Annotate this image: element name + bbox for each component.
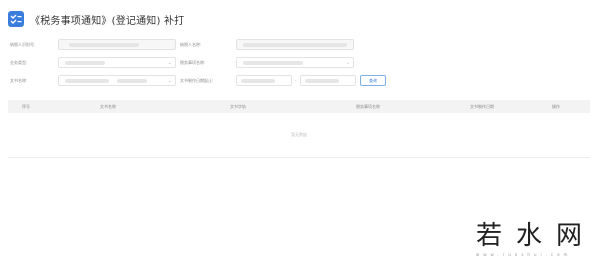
table-body: 暂无数据	[8, 113, 590, 158]
form-row-1: 纳税人识别号: 纳税人名称:	[8, 38, 592, 52]
doc-name-select[interactable]: ⌄	[58, 75, 176, 86]
taxpayer-id-field[interactable]	[58, 39, 176, 50]
query-button[interactable]: 查询	[360, 75, 386, 86]
page-header: 《税务事项通知》(登记通知) 补打	[8, 8, 184, 30]
watermark-url: www.ruoshui.com	[476, 252, 572, 257]
matter-name-label: 税务事项名称:	[180, 60, 206, 65]
form-row-2: 业务类型: ⌄ 税务事项名称: ⌄	[8, 56, 592, 70]
taxpayer-id-label: 纳税人识别号:	[10, 42, 36, 47]
col-doc-track: 文书字轨	[230, 104, 246, 109]
table-header: 序号 文书名称 文书字轨 税务事项名称 文书制作日期 操作	[8, 100, 590, 113]
date-separator: -	[295, 78, 297, 83]
date-start-input[interactable]	[236, 75, 292, 86]
business-type-select[interactable]: ⌄	[58, 57, 176, 68]
form-row-3: 文书名称: ⌄ 文书制作日期起止: - 查询	[8, 74, 592, 88]
watermark-text: 若水网	[476, 221, 597, 251]
taxpayer-name-field[interactable]	[236, 39, 354, 50]
results-table: 序号 文书名称 文书字轨 税务事项名称 文书制作日期 操作 暂无数据	[8, 100, 590, 158]
chevron-down-icon: ⌄	[345, 60, 350, 66]
col-matter-name: 税务事项名称	[356, 104, 380, 109]
doc-date-label: 文书制作日期起止:	[180, 78, 214, 83]
date-end-input[interactable]	[300, 75, 356, 86]
watermark: 若水网 www.ruoshui.com	[476, 222, 596, 262]
doc-name-label: 文书名称:	[10, 78, 28, 83]
col-doc-date: 文书制作日期	[470, 104, 494, 109]
matter-name-select[interactable]: ⌄	[236, 57, 354, 68]
col-actions: 操作	[552, 104, 560, 109]
business-type-label: 业务类型:	[10, 60, 28, 65]
col-doc-name: 文书名称	[100, 104, 116, 109]
taxpayer-name-label: 纳税人名称:	[180, 42, 202, 47]
checklist-icon	[8, 11, 24, 27]
chevron-down-icon: ⌄	[167, 60, 172, 66]
page-title: 《税务事项通知》(登记通知) 补打	[30, 15, 185, 27]
empty-state-text: 暂无数据	[291, 132, 307, 137]
chevron-down-icon: ⌄	[167, 78, 172, 84]
col-index: 序号	[22, 104, 30, 109]
